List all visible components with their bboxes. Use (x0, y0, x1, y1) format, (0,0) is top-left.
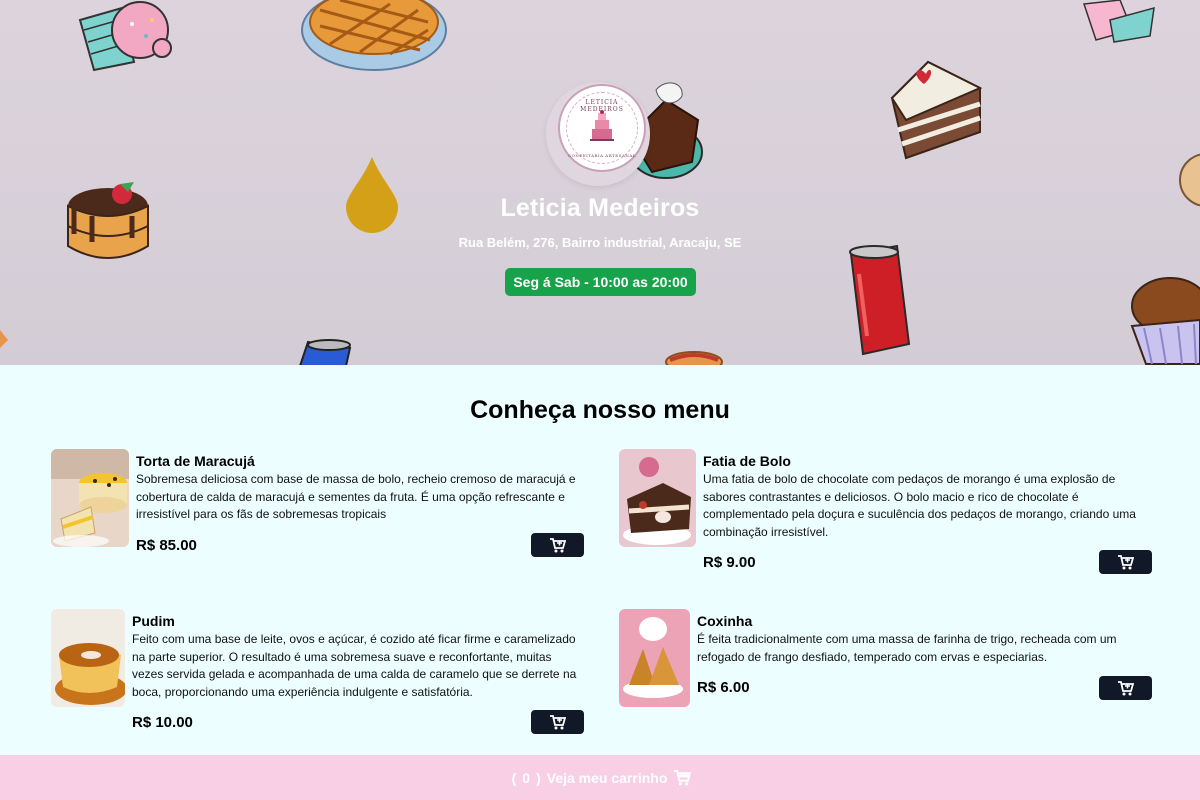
cart-icon (674, 769, 692, 785)
item-name: Torta de Maracujá (136, 453, 255, 469)
cart-plus-icon (1117, 680, 1134, 695)
item-description: Uma fatia de bolo de chocolate com pedaç… (703, 472, 1136, 539)
opening-hours-badge: Seg á Sab - 10:00 as 20:00 (505, 268, 696, 296)
hotdog-illustration (665, 351, 723, 365)
item-price: R$ 85.00 (136, 537, 197, 554)
cake-slice-illustration (890, 60, 983, 160)
item-photo (619, 609, 690, 707)
chocolate-cake-slice-photo (619, 449, 696, 547)
menu-item: Pudim Feito com uma base de leite, ovos … (51, 609, 584, 739)
edge-illustration (0, 330, 8, 348)
add-to-cart-button[interactable] (531, 710, 584, 734)
item-name: Fatia de Bolo (703, 453, 791, 469)
logo-inner-ring: LETICIA MEDEIROS CONFEITARIA ARTESANAL (566, 92, 638, 164)
store-name: Leticia Medeiros (500, 194, 700, 222)
menu-item: Torta de Maracujá Sobremesa deliciosa co… (51, 449, 584, 564)
menu-item: Fatia de Bolo Uma fatia de bolo de choco… (619, 449, 1152, 579)
cake-logo-icon (590, 110, 614, 141)
soda-can-illustration (849, 244, 911, 356)
cart-count: 0 (522, 769, 531, 786)
logo: LETICIA MEDEIROS CONFEITARIA ARTESANAL (546, 76, 706, 188)
cart-plus-icon (549, 714, 566, 729)
blue-can-illustration (299, 339, 352, 365)
add-to-cart-button[interactable] (1099, 550, 1152, 574)
coxinha-photo (619, 609, 690, 707)
item-name: Pudim (132, 613, 175, 629)
item-description: Sobremesa deliciosa com base de massa de… (136, 472, 576, 521)
view-cart-label: Veja meu carrinho (546, 769, 668, 786)
logo-badge: LETICIA MEDEIROS CONFEITARIA ARTESANAL (558, 84, 646, 172)
item-price: R$ 6.00 (697, 679, 750, 696)
hero-header: LETICIA MEDEIROS CONFEITARIA ARTESANAL L… (0, 0, 1200, 365)
cart-count-open-paren: ( (511, 769, 517, 786)
passion-fruit-pie-photo (51, 449, 129, 547)
item-price: R$ 9.00 (703, 554, 756, 571)
cupcake-illustration (78, 1, 172, 72)
menu-item: Coxinha É feita tradicionalmente com uma… (619, 609, 1152, 709)
item-description: Feito com uma base de leite, ovos e açúc… (132, 632, 577, 699)
item-photo (51, 609, 125, 707)
store-address: Rua Belém, 276, Bairro industrial, Araca… (458, 235, 742, 250)
add-to-cart-button[interactable] (1099, 676, 1152, 700)
item-name: Coxinha (697, 613, 753, 629)
item-photo (51, 449, 129, 547)
cart-count-close-paren: ) (536, 769, 541, 786)
menu-title: Conheça nosso menu (470, 396, 730, 424)
item-price: R$ 10.00 (132, 714, 193, 731)
cart-plus-icon (1117, 554, 1134, 569)
add-to-cart-button[interactable] (531, 533, 584, 557)
pie-illustration (301, 0, 447, 71)
cart-plus-icon (549, 537, 566, 552)
view-cart-button[interactable]: ( 0 ) Veja meu carrinho (0, 755, 1200, 800)
item-description: É feita tradicionalmente com uma massa d… (697, 632, 1117, 664)
item-photo (619, 449, 696, 547)
pudding-photo (51, 609, 125, 707)
cupcake-top-right-illustration (1082, 0, 1155, 43)
brigadeiro-illustration (1130, 277, 1200, 365)
logo-text-bottom: CONFEITARIA ARTESANAL (568, 153, 636, 158)
